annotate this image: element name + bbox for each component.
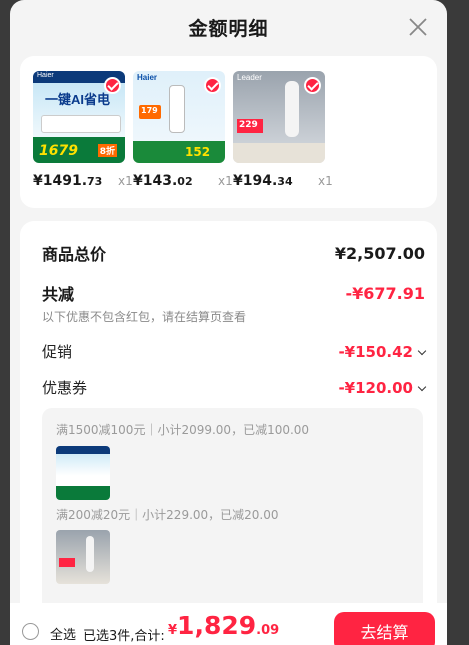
promo-value: -¥150.42	[338, 343, 413, 361]
chevron-down-icon[interactable]	[417, 382, 427, 392]
discount-value: -¥677.91	[345, 283, 425, 303]
selected-check-icon	[104, 77, 121, 94]
coupon-rule: 满200减20元｜小计229.00，已减20.00	[56, 508, 279, 522]
order-total: ¥1,829.09	[168, 611, 280, 640]
product-price: ¥1491.73	[33, 173, 103, 189]
sheet-title: 金额明细	[188, 18, 269, 40]
coupon-label: 优惠券	[42, 379, 88, 397]
image-price-old: 179	[141, 106, 158, 115]
selected-check-icon	[304, 77, 321, 94]
product-price: ¥143.02	[133, 173, 193, 189]
discount-row: 共减 -¥677.91	[42, 281, 425, 305]
image-price: 229	[239, 120, 258, 130]
image-price: 1679	[39, 143, 78, 159]
goods-total-label: 商品总价	[42, 245, 107, 264]
coupon-product-thumb	[56, 446, 110, 500]
product-price: ¥194.34	[233, 173, 293, 189]
brand-label: Haier	[37, 72, 54, 79]
chevron-down-icon[interactable]	[417, 346, 427, 356]
product-qty: x1	[318, 174, 333, 188]
amount-breakdown-card: 商品总价 ¥2,507.00 共减 -¥677.91 以下优惠不包含红包，请在结…	[20, 221, 437, 645]
image-caption: 一键AI省电	[45, 92, 111, 107]
product-qty: x1	[118, 174, 133, 188]
product-item[interactable]: Haier 179 152	[133, 71, 225, 163]
goods-total-row: 商品总价 ¥2,507.00	[42, 241, 425, 265]
checkout-bar: 全选 已选3件,合计: ¥1,829.09 去结算	[10, 603, 447, 645]
product-qty: x1	[218, 174, 233, 188]
product-list-card: Haier 一键AI省电 1679 8折 ¥1491.73 x1 Haier 1…	[20, 56, 437, 208]
select-all-radio[interactable]	[22, 623, 39, 640]
image-price: 152	[185, 145, 211, 159]
amount-detail-sheet: 金额明细 Haier 一键AI省电 1679 8折 ¥1491.73 x1 Ha…	[10, 0, 447, 645]
product-item[interactable]: Leader 229	[233, 71, 325, 163]
product-image: Leader 229	[233, 71, 325, 163]
discount-label: 共减	[42, 285, 75, 304]
close-icon[interactable]	[407, 16, 429, 38]
discount-note: 以下优惠不包含红包，请在结算页查看	[42, 310, 247, 324]
selected-check-icon	[204, 77, 221, 94]
select-all-label[interactable]: 全选	[50, 624, 76, 643]
brand-label: Leader	[237, 73, 262, 82]
promo-label: 促销	[42, 343, 73, 361]
coupon-row[interactable]: 优惠券 -¥120.00	[42, 377, 427, 398]
coupon-product-thumb	[56, 530, 110, 584]
product-image: Haier 179 152	[133, 71, 225, 163]
goods-total-value: ¥2,507.00	[334, 243, 425, 263]
checkout-button[interactable]: 去结算	[334, 612, 435, 645]
selected-summary: 已选3件,合计:	[83, 629, 165, 644]
brand-label: Haier	[137, 73, 158, 82]
coupon-value: -¥120.00	[338, 379, 413, 397]
image-discount: 8折	[97, 144, 117, 157]
product-item[interactable]: Haier 一键AI省电 1679 8折	[33, 71, 125, 163]
coupon-rule: 满1500减100元｜小计2099.00，已减100.00	[56, 423, 310, 437]
sheet-header: 金额明细	[10, 0, 447, 54]
promo-row[interactable]: 促销 -¥150.42	[42, 341, 427, 362]
product-image: Haier 一键AI省电 1679 8折	[33, 71, 125, 163]
